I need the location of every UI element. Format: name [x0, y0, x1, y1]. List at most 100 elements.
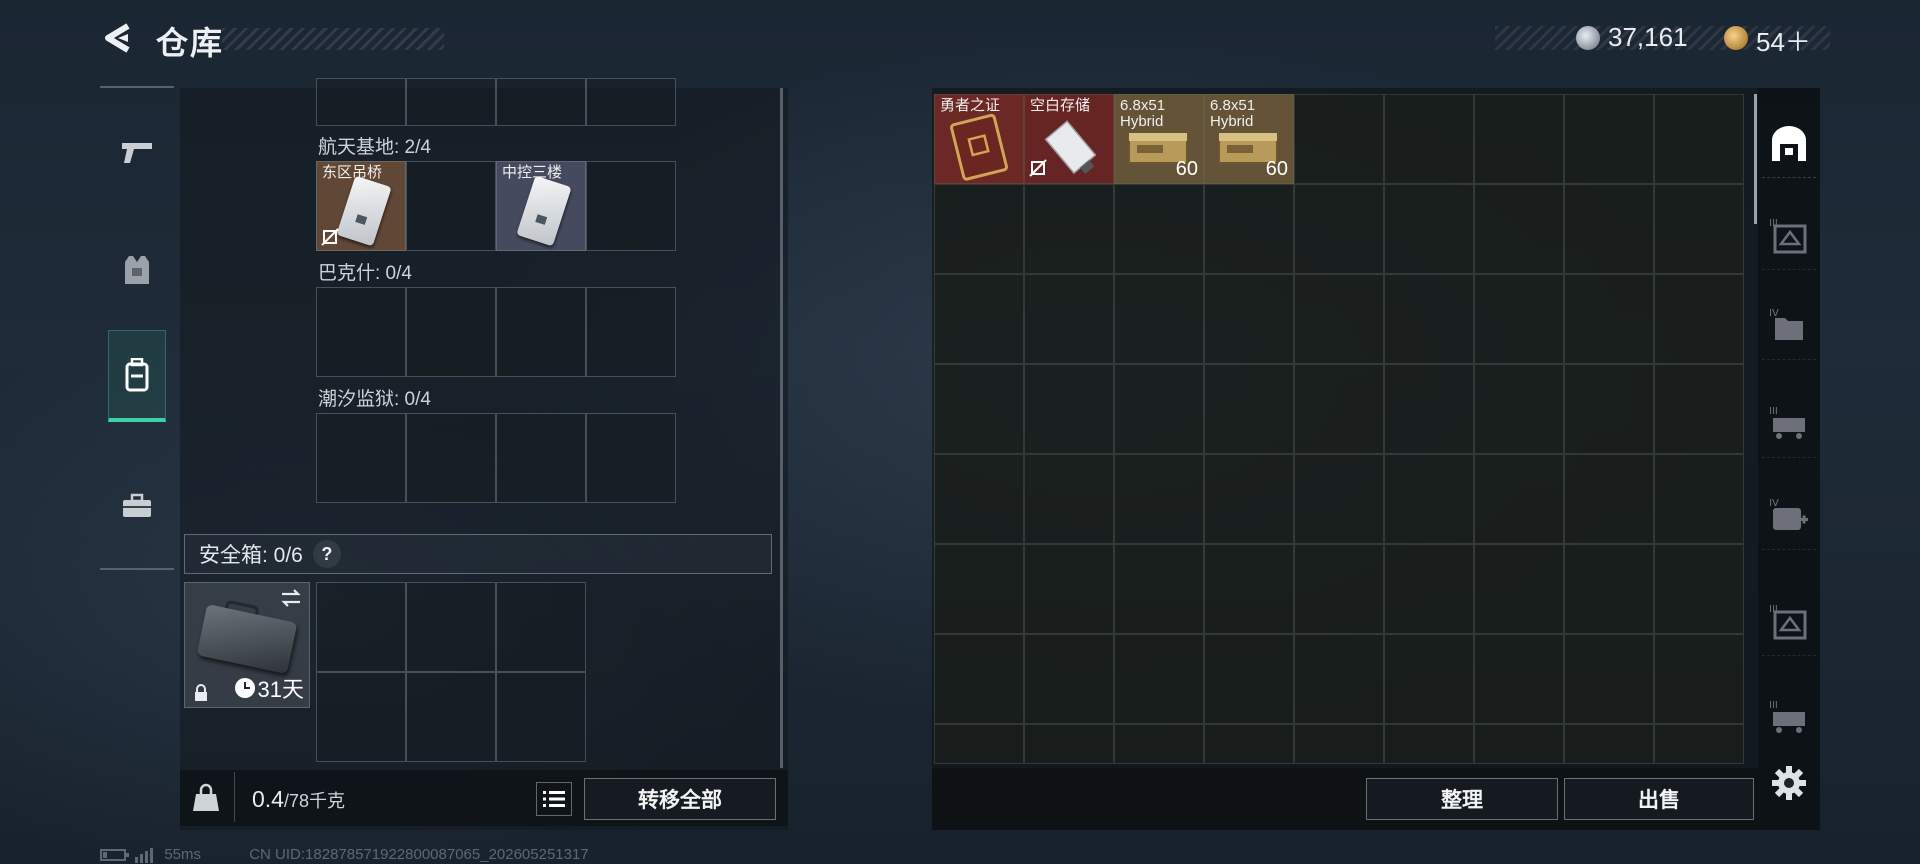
grid-cell[interactable] — [1204, 454, 1294, 544]
grid-cell[interactable] — [316, 287, 406, 377]
help-button[interactable]: ? — [312, 540, 341, 568]
grid-cell[interactable] — [1564, 94, 1654, 184]
grid-cell[interactable] — [496, 78, 586, 126]
stash-page-2[interactable]: III — [1762, 200, 1816, 270]
grid-cell[interactable] — [1564, 634, 1654, 724]
stash-page-main[interactable] — [1762, 108, 1816, 178]
grid-cell[interactable] — [586, 161, 676, 251]
grid-cell[interactable] — [1474, 94, 1564, 184]
grid-cell[interactable] — [1024, 454, 1114, 544]
organize-button[interactable]: 整理 — [1366, 778, 1558, 820]
grid-cell[interactable] — [316, 582, 406, 672]
grid-cell[interactable] — [1114, 544, 1204, 634]
grid-cell[interactable] — [934, 364, 1024, 454]
grid-cell[interactable] — [1654, 184, 1744, 274]
grid-cell[interactable] — [1294, 544, 1384, 634]
key-card-item[interactable]: 中控三楼 — [496, 161, 586, 251]
stash-page-3[interactable]: IV — [1762, 290, 1816, 360]
back-button[interactable] — [100, 20, 136, 56]
tab-backpack[interactable] — [108, 330, 166, 422]
grid-cell[interactable] — [1294, 454, 1384, 544]
gold-currency-value[interactable]: 54＋ — [1756, 22, 1811, 59]
grid-cell[interactable] — [1654, 634, 1744, 724]
container-scrollbar[interactable] — [780, 88, 783, 768]
grid-cell[interactable] — [934, 724, 1024, 764]
grid-cell[interactable] — [1024, 544, 1114, 634]
stash-item[interactable]: 6.8x51 Hybrid 60 — [1204, 94, 1294, 184]
settings-button[interactable] — [1770, 764, 1808, 802]
grid-cell[interactable] — [1204, 274, 1294, 364]
grid-cell[interactable] — [934, 634, 1024, 724]
grid-cell[interactable] — [1024, 724, 1114, 764]
grid-cell[interactable] — [1474, 274, 1564, 364]
grid-cell[interactable] — [1654, 364, 1744, 454]
grid-cell[interactable] — [1294, 94, 1384, 184]
grid-cell[interactable] — [1384, 634, 1474, 724]
grid-cell[interactable] — [1024, 634, 1114, 724]
grid-cell[interactable] — [1294, 184, 1384, 274]
grid-cell[interactable] — [1564, 184, 1654, 274]
grid-cell[interactable] — [1654, 94, 1744, 184]
tab-weapons[interactable] — [108, 106, 166, 198]
grid-cell[interactable] — [1474, 184, 1564, 274]
grid-cell[interactable] — [1204, 544, 1294, 634]
stash-page-4[interactable]: III — [1762, 388, 1816, 458]
grid-cell[interactable] — [1564, 364, 1654, 454]
grid-cell[interactable] — [316, 78, 406, 126]
stash-item[interactable]: 空白存储 — [1024, 94, 1114, 184]
grid-cell[interactable] — [1204, 634, 1294, 724]
grid-cell[interactable] — [1114, 364, 1204, 454]
grid-cell[interactable] — [1384, 184, 1474, 274]
stash-page-5[interactable]: IV — [1762, 480, 1816, 550]
grid-cell[interactable] — [496, 413, 586, 503]
grid-cell[interactable] — [316, 413, 406, 503]
grid-cell[interactable] — [1384, 274, 1474, 364]
grid-cell[interactable] — [1114, 274, 1204, 364]
grid-cell[interactable] — [1024, 274, 1114, 364]
grid-cell[interactable] — [1024, 364, 1114, 454]
grid-cell[interactable] — [1654, 454, 1744, 544]
stash-item[interactable]: 勇者之证 — [934, 94, 1024, 184]
grid-cell[interactable] — [1294, 724, 1384, 764]
grid-cell[interactable] — [1564, 454, 1654, 544]
grid-cell[interactable] — [934, 454, 1024, 544]
tab-armor[interactable] — [108, 224, 166, 316]
transfer-all-button[interactable]: 转移全部 — [584, 778, 776, 820]
grid-cell[interactable] — [1204, 184, 1294, 274]
grid-cell[interactable] — [406, 78, 496, 126]
grid-cell[interactable] — [1294, 364, 1384, 454]
grid-cell[interactable] — [1564, 544, 1654, 634]
grid-cell[interactable] — [1654, 724, 1744, 764]
grid-cell[interactable] — [586, 287, 676, 377]
swap-icon[interactable] — [279, 587, 303, 609]
grid-cell[interactable] — [1474, 364, 1564, 454]
grid-cell[interactable] — [1384, 364, 1474, 454]
grid-cell[interactable] — [1204, 724, 1294, 764]
grid-cell[interactable] — [586, 413, 676, 503]
grid-cell[interactable] — [1474, 544, 1564, 634]
sell-button[interactable]: 出售 — [1564, 778, 1754, 820]
grid-cell[interactable] — [1474, 724, 1564, 764]
stash-scrollbar[interactable] — [1754, 94, 1757, 224]
grid-cell[interactable] — [496, 287, 586, 377]
grid-cell[interactable] — [1114, 184, 1204, 274]
grid-cell[interactable] — [586, 78, 676, 126]
grid-cell[interactable] — [496, 582, 586, 672]
grid-cell[interactable] — [406, 672, 496, 762]
grid-cell[interactable] — [1024, 184, 1114, 274]
stash-page-7[interactable]: III — [1762, 682, 1816, 752]
key-card-item[interactable]: 东区吊桥 — [316, 161, 406, 251]
grid-cell[interactable] — [1384, 544, 1474, 634]
grid-cell[interactable] — [934, 184, 1024, 274]
stash-page-6[interactable]: III — [1762, 586, 1816, 656]
grid-cell[interactable] — [316, 672, 406, 762]
grid-cell[interactable] — [1654, 274, 1744, 364]
grid-cell[interactable] — [1114, 454, 1204, 544]
grid-cell[interactable] — [934, 274, 1024, 364]
safe-case-slot[interactable]: 31天 — [184, 582, 310, 708]
grid-cell[interactable] — [1564, 724, 1654, 764]
grid-cell[interactable] — [1474, 634, 1564, 724]
grid-cell[interactable] — [1384, 94, 1474, 184]
grid-cell[interactable] — [1294, 634, 1384, 724]
grid-cell[interactable] — [1474, 454, 1564, 544]
